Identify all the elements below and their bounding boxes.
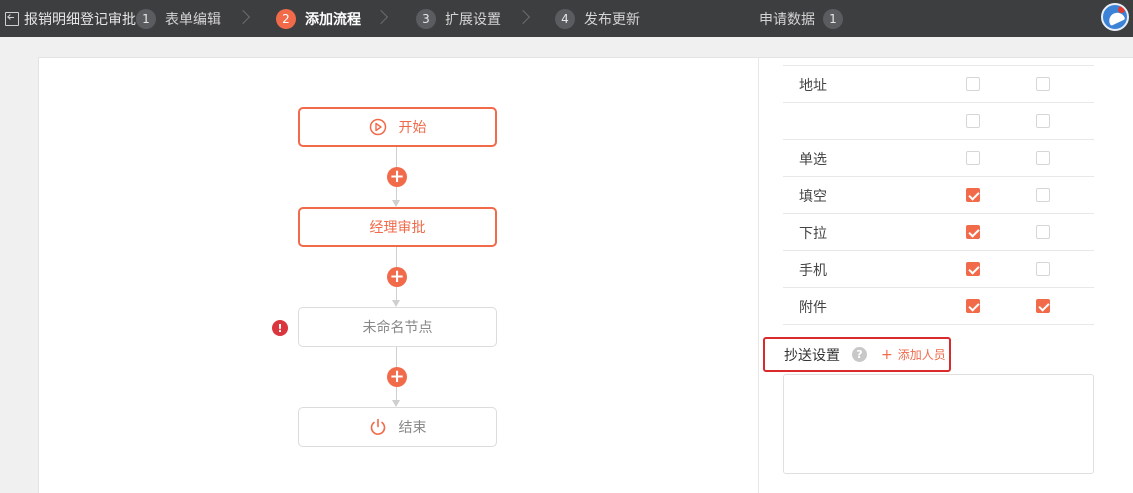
step-label: 扩展设置 [445,11,501,28]
chevron-right-icon [235,9,251,25]
step-label: 添加流程 [305,11,361,28]
step-extend-settings[interactable]: 3 扩展设置 [416,0,501,37]
checkbox[interactable] [1036,225,1050,239]
add-person-label: 添加人员 [897,348,946,362]
table-row [783,102,1094,139]
arrow-down-icon [392,200,400,207]
checkbox[interactable] [966,77,980,91]
app-title: 报销明细登记审批 [24,11,136,28]
field-permission-table: 地址 单选 填空 下拉 手机 附件 [783,65,1094,325]
chevron-right-icon [515,9,531,25]
avatar[interactable] [1101,3,1129,31]
checkbox-checked[interactable] [966,299,980,313]
exit-icon [5,11,19,26]
plus-icon: + [881,346,893,363]
apply-data-label: 申请数据 [759,11,815,28]
add-node-button[interactable]: + [387,167,407,187]
step-form-edit[interactable]: 1 表单编辑 [136,0,221,37]
arrow-down-icon [392,300,400,307]
flow-node-manager-approval[interactable]: 经理审批 [298,207,497,247]
field-label: 手机 [799,262,827,279]
step-label: 发布更新 [584,11,640,28]
table-row: 地址 [783,65,1094,102]
checkbox[interactable] [1036,188,1050,202]
checkbox-checked[interactable] [966,262,980,276]
flow-node-unnamed[interactable]: 未命名节点 [298,307,497,347]
checkbox-checked[interactable] [1036,299,1050,313]
field-label: 填空 [799,188,827,205]
checkbox[interactable] [966,114,980,128]
add-node-button[interactable]: + [387,367,407,387]
count-badge: 1 [823,8,843,29]
table-row: 填空 [783,176,1094,213]
chevron-right-icon [373,9,389,25]
power-icon [369,418,387,436]
apply-data-link[interactable]: 申请数据 1 [759,0,843,37]
checkbox[interactable] [966,151,980,165]
back-button[interactable]: 报销明细登记审批 [5,0,136,37]
field-label: 单选 [799,151,827,168]
add-person-button[interactable]: + 添加人员 [881,346,946,363]
step-publish[interactable]: 4 发布更新 [555,0,640,37]
step-label: 表单编辑 [165,11,221,28]
step-number: 4 [555,8,575,29]
cc-recipients-area[interactable] [783,374,1094,474]
help-icon[interactable]: ? [852,347,867,362]
cc-settings-header: 抄送设置 ? + 添加人员 [763,337,951,372]
flow-node-start[interactable]: 开始 [298,107,497,147]
table-row: 单选 [783,139,1094,176]
node-label: 开始 [398,120,427,136]
node-label: 结束 [398,420,427,436]
cc-title: 抄送设置 [784,347,840,364]
arrow-down-icon [392,400,400,407]
step-number: 2 [276,8,296,29]
add-node-button[interactable]: + [387,267,407,287]
checkbox-checked[interactable] [966,188,980,202]
flow-node-end[interactable]: 结束 [298,407,497,447]
checkbox[interactable] [1036,262,1050,276]
node-label: 经理审批 [369,220,426,236]
top-bar: 报销明细登记审批 1 表单编辑 2 添加流程 3 扩展设置 4 发布更新 申请数… [0,0,1133,37]
warning-icon: ! [272,320,288,336]
checkbox[interactable] [1036,77,1050,91]
field-label: 下拉 [799,225,827,242]
field-label: 地址 [799,77,827,94]
table-row: 附件 [783,287,1094,324]
notification-dot [1118,6,1125,13]
checkbox[interactable] [1036,114,1050,128]
field-label: 附件 [799,299,827,316]
node-label: 未命名节点 [362,320,433,336]
panel-divider [758,58,759,493]
step-number: 3 [416,8,436,29]
step-add-flow[interactable]: 2 添加流程 [276,0,361,37]
step-number: 1 [136,8,156,29]
checkbox[interactable] [1036,151,1050,165]
play-circle-icon [369,118,387,136]
checkbox-checked[interactable] [966,225,980,239]
table-bottom-border [783,324,1094,325]
table-row: 手机 [783,250,1094,287]
table-row: 下拉 [783,213,1094,250]
